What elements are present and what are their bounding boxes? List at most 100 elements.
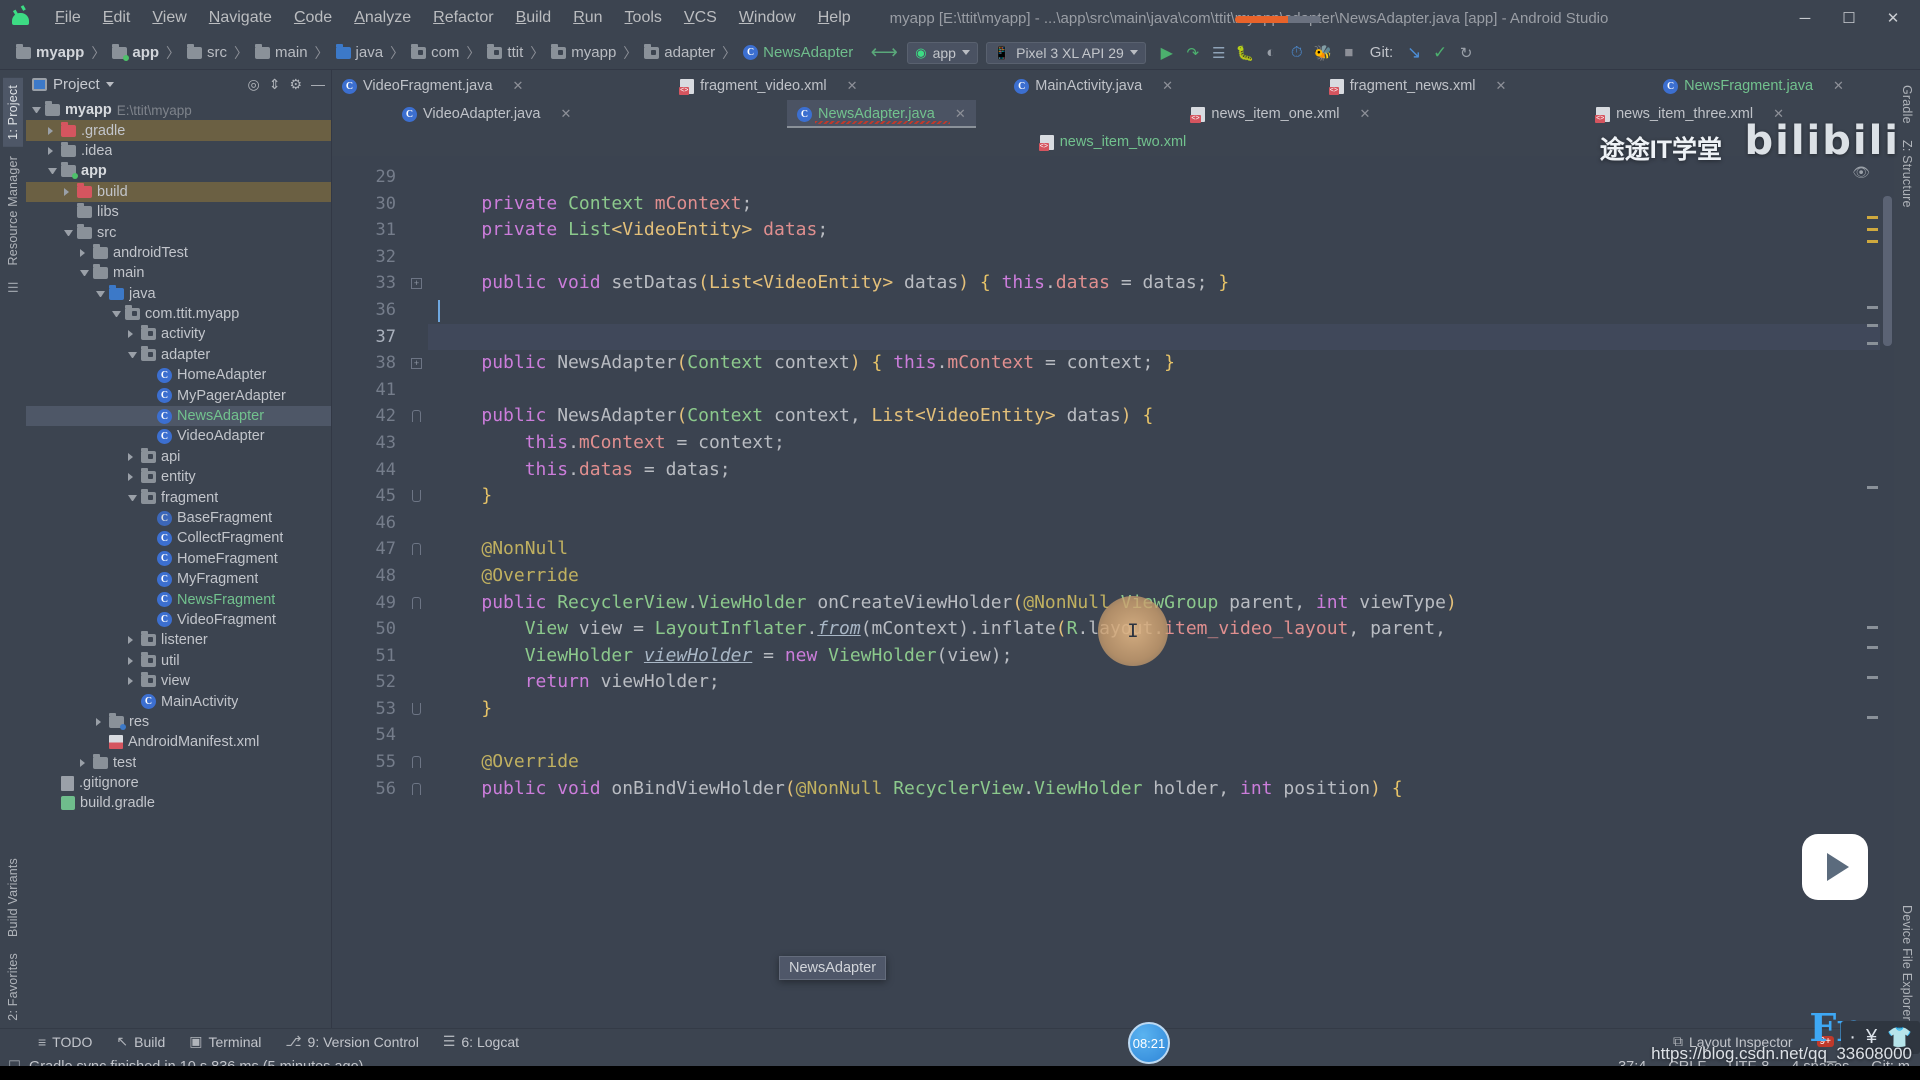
tree-item-test[interactable]: test — [26, 753, 331, 773]
menu-analyze[interactable]: Analyze — [343, 6, 422, 30]
code-line[interactable] — [428, 244, 1894, 271]
code-line[interactable]: public RecyclerView.ViewHolder onCreateV… — [428, 590, 1894, 617]
device-selector[interactable]: 📱 Pixel 3 XL API 29 — [985, 41, 1146, 64]
tool-button-build[interactable]: ↖ Build — [104, 1031, 177, 1052]
update-project-icon[interactable]: ↘ — [1401, 41, 1427, 65]
tree-item-activity[interactable]: activity — [26, 324, 331, 344]
rail-item-project[interactable]: 1: Project — [3, 78, 23, 147]
tool-button-todo[interactable]: ≡ TODO — [26, 1032, 104, 1052]
code-line[interactable] — [428, 510, 1894, 537]
tree-item-listener[interactable]: listener — [26, 630, 331, 650]
chevron-down-icon[interactable] — [128, 494, 137, 501]
fold-marker-slot[interactable] — [406, 457, 428, 484]
chevron-right-icon[interactable] — [128, 636, 137, 645]
menu-refactor[interactable]: Refactor — [422, 6, 504, 30]
tree-item--gitignore[interactable]: .gitignore — [26, 773, 331, 793]
tree-item-mainactivity[interactable]: C MainActivity — [26, 691, 331, 711]
tree-item-com-ttit-myapp[interactable]: com.ttit.myapp — [26, 304, 331, 324]
fold-marker-slot[interactable] — [406, 430, 428, 457]
profiler-icon[interactable]: ⏱ — [1284, 41, 1310, 65]
menu-vcs[interactable]: VCS — [673, 6, 728, 30]
code-line[interactable]: @Override — [428, 563, 1894, 590]
rail-item-structure[interactable]: Z: Structure — [1897, 133, 1917, 215]
tree-item-build[interactable]: build — [26, 181, 331, 202]
close-button[interactable]: ✕ — [1872, 3, 1914, 33]
tree-item-build-gradle[interactable]: build.gradle — [26, 793, 331, 813]
chevron-down-icon[interactable] — [64, 229, 73, 236]
editor-tab-news_item_one-xml[interactable]: news_item_one.xml ✕ — [1181, 100, 1380, 128]
history-icon[interactable]: ↻ — [1453, 41, 1479, 65]
chevron-down-icon[interactable] — [32, 107, 41, 114]
tree-item-myfragment[interactable]: C MyFragment — [26, 569, 331, 589]
rail-item-gradle[interactable]: Gradle — [1897, 78, 1917, 131]
code-line[interactable]: } — [428, 696, 1894, 723]
menu-navigate[interactable]: Navigate — [198, 6, 283, 30]
chevron-right-icon[interactable] — [64, 187, 73, 196]
menu-help[interactable]: Help — [807, 6, 862, 30]
fold-marker-slot[interactable] — [406, 590, 428, 617]
tool-button-9-version-control[interactable]: ⎇ 9: Version Control — [273, 1031, 430, 1052]
code-line[interactable] — [428, 323, 1894, 351]
hide-panel-icon[interactable]: — — [311, 76, 325, 92]
code-line[interactable]: View view = LayoutInflater.from(mContext… — [428, 616, 1894, 643]
close-tab-icon[interactable]: ✕ — [1360, 106, 1371, 122]
minimize-button[interactable]: ─ — [1784, 3, 1826, 33]
fold-marker-slot[interactable] — [406, 483, 428, 510]
tree-item-app[interactable]: app — [26, 161, 331, 181]
code-line[interactable] — [428, 164, 1894, 191]
breadcrumb-com[interactable]: com — [407, 43, 463, 62]
code-line[interactable]: private List<VideoEntity> datas; — [428, 217, 1894, 244]
fold-marker-slot[interactable] — [406, 191, 428, 218]
code-line[interactable]: private Context mContext; — [428, 191, 1894, 218]
code-line[interactable]: public NewsAdapter(Context context, List… — [428, 403, 1894, 430]
fold-region-icon[interactable] — [412, 490, 421, 503]
target-icon[interactable]: ◎ — [247, 76, 259, 93]
editor-tab-fragment_news-xml[interactable]: fragment_news.xml ✕ — [1320, 72, 1517, 100]
tree-item-res[interactable]: res — [26, 712, 331, 732]
fold-marker-slot[interactable] — [406, 536, 428, 563]
code-line[interactable]: public NewsAdapter(Context context) { th… — [428, 350, 1894, 377]
tree-item-basefragment[interactable]: C BaseFragment — [26, 508, 331, 528]
chevron-down-icon[interactable] — [112, 311, 121, 318]
close-tab-icon[interactable]: ✕ — [1162, 78, 1173, 94]
chevron-right-icon[interactable] — [80, 248, 89, 257]
code-line[interactable] — [428, 297, 1894, 324]
code-line[interactable]: public void setDatas(List<VideoEntity> d… — [428, 270, 1894, 297]
tool-button-terminal[interactable]: ▣ Terminal — [177, 1031, 273, 1052]
editor-tab-mainactivity-java[interactable]: C MainActivity.java ✕ — [1004, 72, 1183, 100]
close-tab-icon[interactable]: ✕ — [1833, 78, 1844, 94]
tree-item-libs[interactable]: libs — [26, 202, 331, 222]
menu-code[interactable]: Code — [283, 6, 343, 30]
breadcrumb-ttit[interactable]: ttit — [483, 43, 527, 62]
code-line[interactable]: return viewHolder; — [428, 669, 1894, 696]
structure-icon[interactable]: ☰ — [7, 280, 19, 296]
close-tab-icon[interactable]: ✕ — [955, 106, 966, 122]
close-tab-icon[interactable]: ✕ — [560, 106, 571, 122]
breadcrumb-newsadapter[interactable]: C NewsAdapter — [739, 43, 857, 62]
code-editor[interactable]: 29 30 31 32 33 36 37 38 41 42 43 44 45 46 47 48 49O↑50 51… — [332, 156, 1894, 1028]
tool-button-6-logcat[interactable]: ☰ 6: Logcat — [431, 1031, 531, 1052]
fold-marker-slot[interactable] — [406, 563, 428, 590]
fold-marker-slot[interactable] — [406, 722, 428, 749]
tree-item-mypageradapter[interactable]: C MyPagerAdapter — [26, 385, 331, 405]
breadcrumb-adapter[interactable]: adapter — [640, 43, 719, 62]
editor-vertical-scrollbar[interactable] — [1880, 156, 1894, 1028]
menu-edit[interactable]: Edit — [92, 6, 142, 30]
tree-item-view[interactable]: view — [26, 671, 331, 691]
fold-marker-slot[interactable] — [406, 377, 428, 404]
breadcrumb-main[interactable]: main — [251, 43, 312, 62]
tree-item-newsfragment[interactable]: C NewsFragment — [26, 589, 331, 609]
close-tab-icon[interactable]: ✕ — [1496, 78, 1507, 94]
tree-item-fragment[interactable]: fragment — [26, 487, 331, 507]
editor-tab-newsadapter-java[interactable]: C NewsAdapter.java ✕ — [786, 100, 976, 128]
error-stripe-markers[interactable] — [1864, 156, 1880, 1028]
breadcrumb-myapp[interactable]: myapp — [12, 43, 88, 62]
tree-item-api[interactable]: api — [26, 447, 331, 467]
tree-item-homeadapter[interactable]: C HomeAdapter — [26, 365, 331, 385]
debug-icon[interactable]: 🐛 — [1232, 41, 1258, 65]
code-line[interactable] — [428, 722, 1894, 749]
apply-code-changes-icon[interactable]: ☰ — [1206, 41, 1232, 65]
fold-expand-icon[interactable]: + — [411, 358, 422, 370]
chevron-right-icon[interactable] — [128, 473, 137, 482]
editor-tab-videofragment-java[interactable]: C VideoFragment.java ✕ — [332, 72, 533, 100]
